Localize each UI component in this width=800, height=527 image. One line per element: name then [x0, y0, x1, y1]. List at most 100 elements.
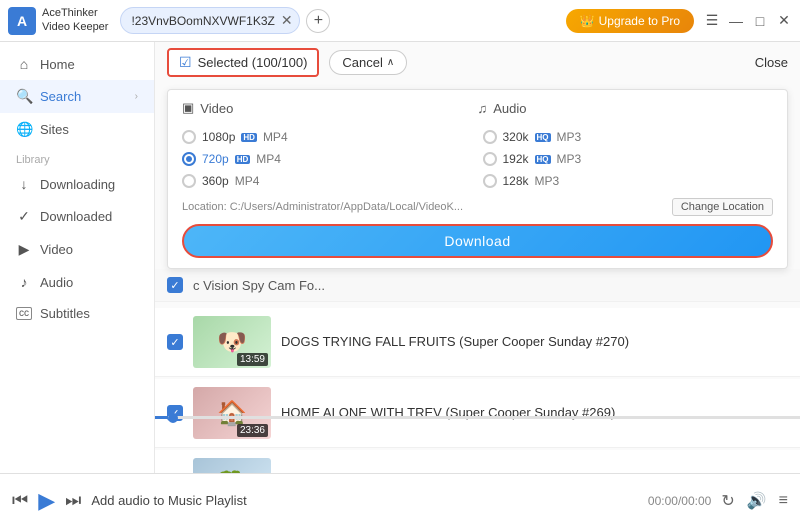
close-button[interactable]: ✕	[776, 13, 792, 29]
tab-close-icon[interactable]: ✕	[281, 12, 293, 29]
volume-icon[interactable]: 🔊	[747, 491, 767, 511]
location-path: Location: C:/Users/Administrator/AppData…	[182, 201, 463, 213]
sidebar-item-downloading[interactable]: ↓ Downloading	[0, 168, 154, 200]
video-duration: 13:59	[237, 353, 268, 366]
sidebar-item-downloaded[interactable]: ✓ Downloaded	[0, 200, 154, 233]
top-bar: ☑ Selected (100/100) Cancel ∧ Close	[155, 42, 800, 83]
radio-320k	[483, 130, 497, 144]
sidebar-item-sites[interactable]: 🌐 Sites	[0, 113, 154, 146]
video-info: DOGS TRYING FALL FRUITS (Super Cooper Su…	[281, 333, 788, 351]
player-icons: ↻ 🔊 ≡	[721, 491, 788, 511]
radio-360p	[182, 174, 196, 188]
audio-option-320k[interactable]: 320k HQ MP3	[483, 128, 774, 146]
title-bar: A AceThinker Video Keeper !23VnvBOomNXVW…	[0, 0, 800, 42]
app-logo: A AceThinker Video Keeper	[8, 7, 108, 35]
radio-128k	[483, 174, 497, 188]
video-title: HOME ALONE WITH TREV (Super Cooper Sunda…	[281, 404, 788, 422]
main-layout: ⌂ Home 🔍 Search › 🌐 Sites Library ↓ Down…	[0, 42, 800, 473]
checkbox-checked-icon: ✓	[167, 334, 183, 350]
sites-icon: 🌐	[16, 121, 32, 138]
search-icon: 🔍	[16, 88, 32, 105]
check-icon: ✓	[16, 208, 32, 225]
video-thumbnail: 🥦 15:27	[193, 458, 271, 473]
list-item: ✓ 🥦 15:27 Dogs try Fall Vegetables	[155, 450, 800, 473]
video-checkbox[interactable]: ✓	[167, 334, 183, 350]
video-info: HOME ALONE WITH TREV (Super Cooper Sunda…	[281, 404, 788, 422]
window-controls: ☰ — □ ✕	[704, 13, 792, 29]
player-track-title: Add audio to Music Playlist	[91, 493, 638, 508]
audio-section-label: ♫ Audio	[478, 100, 774, 116]
video-checkbox[interactable]: ✓	[167, 277, 183, 293]
menu-icon[interactable]: ☰	[704, 13, 720, 29]
quality-grid: 1080p HD MP4 320k HQ MP3 720p HD MP4	[182, 128, 773, 190]
selected-count-label: Selected (100/100)	[198, 55, 308, 70]
chevron-up-icon: ∧	[387, 57, 394, 68]
sidebar-item-label: Subtitles	[40, 306, 90, 321]
progress-dot	[168, 413, 178, 423]
location-bar: Location: C:/Users/Administrator/AppData…	[182, 198, 773, 216]
player-bar: ⏮ ▶ ⏭ Add audio to Music Playlist 00:00/…	[0, 473, 800, 527]
app-name: AceThinker Video Keeper	[42, 7, 108, 33]
active-tab[interactable]: !23VnvBOomNXVWF1K3Z ✕	[120, 7, 300, 34]
video-option-360p[interactable]: 360p MP4	[182, 172, 473, 190]
video-list: ✓ 🐶 13:59 DOGS TRYING FALL FRUITS (Super…	[155, 304, 800, 473]
sidebar-item-label: Downloaded	[40, 209, 112, 224]
sidebar-item-audio[interactable]: ♪ Audio	[0, 266, 154, 298]
library-section-label: Library	[0, 146, 154, 168]
close-panel-button[interactable]: Close	[755, 55, 788, 70]
sidebar-item-video[interactable]: ▶ Video	[0, 233, 154, 266]
selected-badge: ☑ Selected (100/100)	[167, 48, 319, 77]
sidebar-item-label: Home	[40, 57, 75, 72]
play-button[interactable]: ▶	[38, 488, 55, 514]
playlist-icon[interactable]: ≡	[779, 492, 788, 510]
crown-icon: 👑	[580, 14, 595, 28]
upgrade-button[interactable]: 👑 Upgrade to Pro	[566, 9, 694, 33]
audio-option-192k[interactable]: 192k HQ MP3	[483, 150, 774, 168]
sidebar-item-home[interactable]: ⌂ Home	[0, 48, 154, 80]
audio-icon: ♪	[16, 274, 32, 290]
radio-1080p	[182, 130, 196, 144]
home-icon: ⌂	[16, 56, 32, 72]
checkbox-selected-icon: ☑	[179, 54, 192, 71]
radio-192k	[483, 152, 497, 166]
sidebar-item-label: Search	[40, 89, 81, 104]
sidebar: ⌂ Home 🔍 Search › 🌐 Sites Library ↓ Down…	[0, 42, 155, 473]
player-time: 00:00/00:00	[648, 494, 711, 508]
video-icon: ▣	[182, 100, 194, 116]
video-thumbnail: 🏠 23:36	[193, 387, 271, 439]
list-item: ✓ 🏠 23:36 HOME ALONE WITH TREV (Super Co…	[155, 379, 800, 448]
video-duration: 23:36	[237, 424, 268, 437]
app-logo-icon: A	[8, 7, 36, 35]
next-button[interactable]: ⏭	[65, 490, 81, 511]
video-icon: ▶	[16, 241, 32, 258]
download-button[interactable]: Download	[182, 224, 773, 258]
video-option-1080p[interactable]: 1080p HD MP4	[182, 128, 473, 146]
prev-button[interactable]: ⏮	[12, 490, 28, 511]
sidebar-item-label: Video	[40, 242, 73, 257]
checkbox-checked-icon: ✓	[167, 277, 183, 293]
maximize-button[interactable]: □	[752, 13, 768, 29]
audio-option-128k[interactable]: 128k MP3	[483, 172, 774, 190]
progress-bar[interactable]	[155, 416, 800, 419]
video-section-label: ▣ Video	[182, 100, 478, 116]
video-option-720p[interactable]: 720p HD MP4	[182, 150, 473, 168]
progress-fill	[155, 416, 168, 419]
partial-title: c Vision Spy Cam Fo...	[193, 278, 788, 293]
list-item: ✓ 🐶 13:59 DOGS TRYING FALL FRUITS (Super…	[155, 308, 800, 377]
radio-720p	[182, 152, 196, 166]
chevron-right-icon: ›	[135, 91, 138, 102]
sidebar-item-label: Downloading	[40, 177, 115, 192]
video-title: DOGS TRYING FALL FRUITS (Super Cooper Su…	[281, 333, 788, 351]
minimize-button[interactable]: —	[728, 13, 744, 29]
content-area: ☑ Selected (100/100) Cancel ∧ Close ▣ Vi…	[155, 42, 800, 473]
download-icon: ↓	[16, 176, 32, 192]
list-item: ✓ c Vision Spy Cam Fo...	[155, 269, 800, 302]
cancel-button[interactable]: Cancel ∧	[329, 50, 407, 75]
sidebar-item-subtitles[interactable]: cc Subtitles	[0, 298, 154, 329]
sidebar-item-search[interactable]: 🔍 Search ›	[0, 80, 154, 113]
new-tab-button[interactable]: +	[306, 9, 330, 33]
change-location-button[interactable]: Change Location	[672, 198, 773, 216]
music-icon: ♫	[478, 101, 488, 116]
repeat-icon[interactable]: ↻	[721, 491, 734, 511]
tab-bar: !23VnvBOomNXVWF1K3Z ✕ +	[120, 7, 565, 34]
